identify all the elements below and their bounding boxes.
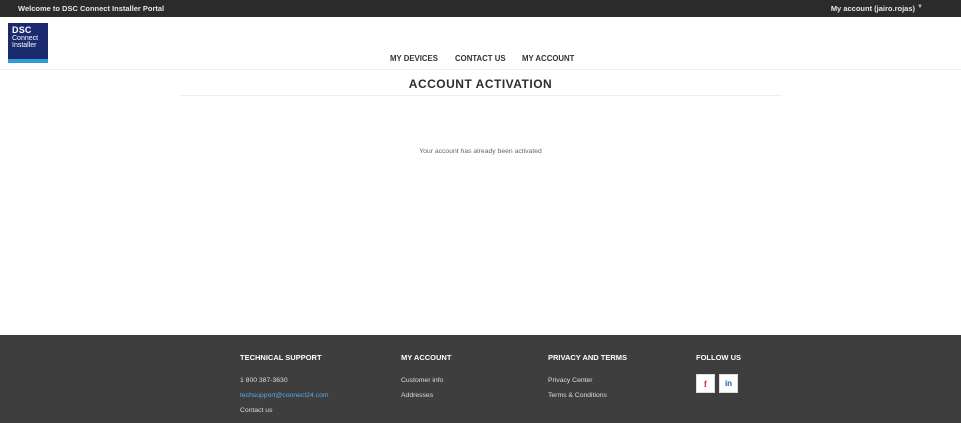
support-email-link[interactable]: techsupport@connect24.com bbox=[240, 392, 329, 399]
terms-link[interactable]: Terms & Conditions bbox=[548, 392, 627, 399]
social-links: f in bbox=[696, 374, 741, 393]
footer-heading-privacy: PRIVACY AND TERMS bbox=[548, 353, 628, 362]
nav-my-devices[interactable]: MY DEVICES bbox=[390, 54, 438, 63]
facebook-icon[interactable]: f bbox=[696, 374, 715, 393]
contact-us-link[interactable]: Contact us bbox=[240, 407, 329, 414]
nav-contact-us[interactable]: CONTACT US bbox=[455, 54, 506, 63]
logo-line-installer: Installer bbox=[12, 42, 37, 49]
site-header: DSC Connect Installer MY DEVICES CONTACT… bbox=[0, 17, 961, 70]
activation-message: Your account has already been activated bbox=[419, 148, 542, 155]
footer-heading-follow-us: FOLLOW US bbox=[696, 353, 741, 362]
nav-my-account[interactable]: MY ACCOUNT bbox=[522, 54, 574, 63]
privacy-center-link[interactable]: Privacy Center bbox=[548, 377, 627, 384]
welcome-text: Welcome to DSC Connect Installer Portal bbox=[18, 4, 165, 13]
footer-privacy: PRIVACY AND TERMS Privacy Center Terms &… bbox=[548, 353, 627, 407]
logo-line-connect: Connect bbox=[12, 35, 39, 42]
footer-my-account: MY ACCOUNT Customer info Addresses bbox=[401, 353, 451, 407]
linkedin-icon[interactable]: in bbox=[719, 374, 738, 393]
page-title: ACCOUNT ACTIVATION bbox=[408, 77, 553, 91]
chevron-down-icon[interactable]: ▼ bbox=[917, 4, 923, 10]
customer-info-link[interactable]: Customer info bbox=[401, 377, 451, 384]
footer-technical-support: TECHNICAL SUPPORT 1 800 387-3630 techsup… bbox=[240, 353, 329, 422]
support-phone[interactable]: 1 800 387-3630 bbox=[240, 377, 329, 384]
my-account-dropdown[interactable]: My account (jairo.rojas) bbox=[831, 4, 915, 13]
logo-line-dsc: DSC bbox=[12, 25, 32, 35]
logo-stripe bbox=[8, 59, 48, 63]
footer-heading-technical-support: TECHNICAL SUPPORT bbox=[240, 353, 322, 362]
top-bar: Welcome to DSC Connect Installer Portal … bbox=[0, 0, 961, 17]
site-footer: TECHNICAL SUPPORT 1 800 387-3630 techsup… bbox=[0, 335, 961, 423]
addresses-link[interactable]: Addresses bbox=[401, 392, 451, 399]
footer-follow-us: FOLLOW US f in bbox=[696, 353, 741, 393]
footer-heading-my-account: MY ACCOUNT bbox=[401, 353, 452, 362]
dsc-logo[interactable]: DSC Connect Installer bbox=[8, 23, 48, 63]
title-divider bbox=[180, 95, 782, 96]
